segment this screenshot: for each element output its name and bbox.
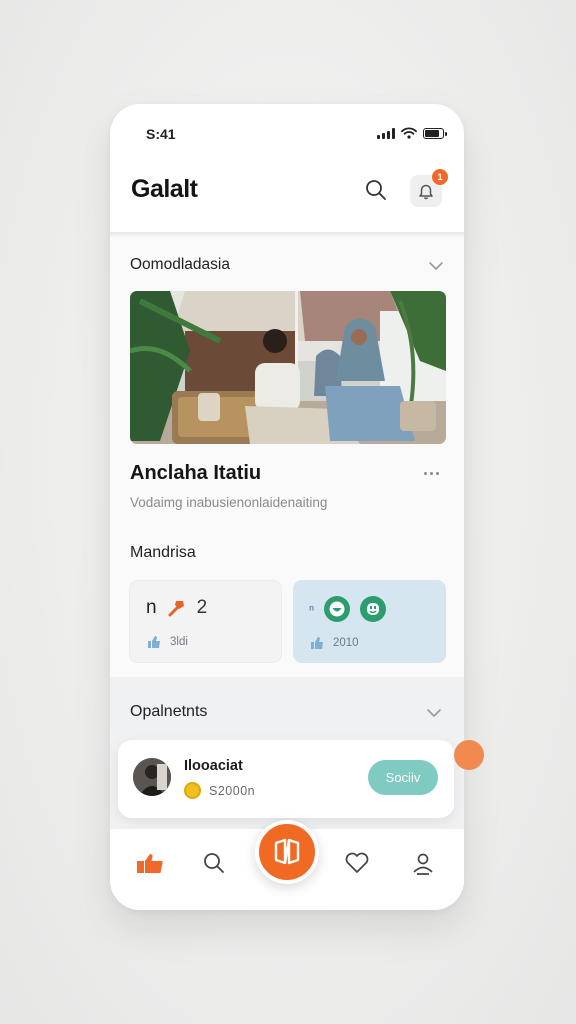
tile-number: 2 xyxy=(196,597,208,618)
create-icon xyxy=(274,838,300,865)
battery-icon xyxy=(423,127,447,139)
app-title: Galalt xyxy=(131,175,198,203)
edge-indicator xyxy=(454,740,484,770)
tile-footer-text: 2010 xyxy=(333,637,359,649)
main-content[interactable]: Oomodladasia Anclaha Itatiu Vodaimg inab… xyxy=(110,232,464,828)
featured-card-subtitle: Vodaimg inabusienonlaidenaiting xyxy=(130,495,328,510)
header-search-button[interactable] xyxy=(360,174,392,206)
notification-button[interactable]: 1 xyxy=(410,169,448,207)
category-tile[interactable]: n 2 3ldi xyxy=(129,580,282,663)
products-section-title: Opalnetnts xyxy=(130,703,208,720)
family-photo-illustration xyxy=(130,291,446,444)
nav-search[interactable] xyxy=(198,847,230,879)
featured-photo[interactable] xyxy=(130,291,446,444)
product-action-button[interactable]: Sociiv xyxy=(368,760,438,795)
signal-icon xyxy=(377,127,395,139)
phone-frame: S:41 Galalt 1 Oomodladasia Anclaha Itati… xyxy=(110,104,464,910)
featured-section-title: Oomodladasia xyxy=(130,256,230,273)
price-text: S2000n xyxy=(209,783,256,798)
tile-row: ⁿ xyxy=(309,596,387,622)
hammer-icon xyxy=(168,601,184,617)
mask-face-icon xyxy=(360,596,387,622)
avatar xyxy=(133,758,171,796)
tile-footer: 3ldi xyxy=(147,635,188,649)
status-bar: S:41 xyxy=(110,104,464,160)
search-icon xyxy=(366,180,386,200)
coin-icon xyxy=(184,782,201,799)
nav-home[interactable] xyxy=(134,847,166,879)
wifi-icon xyxy=(401,127,417,139)
heart-icon xyxy=(345,852,369,873)
app-header: Galalt 1 xyxy=(110,160,464,232)
header-divider xyxy=(110,232,464,238)
thumbs-up-icon xyxy=(148,636,160,648)
bell-icon xyxy=(419,184,433,200)
tile-letter: n xyxy=(146,597,157,618)
tile-row: n 2 xyxy=(146,597,207,619)
product-card[interactable]: Ilooaciat S2000n Sociiv xyxy=(118,740,454,818)
bottom-nav xyxy=(110,820,464,910)
product-name: Ilooaciat xyxy=(184,758,243,774)
nav-profile[interactable] xyxy=(407,847,439,879)
notification-badge: 1 xyxy=(432,169,448,185)
chevron-down-icon[interactable] xyxy=(426,705,442,721)
more-options-button[interactable] xyxy=(424,472,439,475)
tile-footer-text: 3ldi xyxy=(170,636,188,648)
status-icons xyxy=(377,127,447,139)
home-icon xyxy=(137,854,163,873)
product-price: S2000n xyxy=(184,782,255,799)
nav-favorites[interactable] xyxy=(341,847,373,879)
featured-section-header[interactable]: Oomodladasia xyxy=(130,256,444,280)
tile-letter: ⁿ xyxy=(309,601,315,617)
status-time: S:41 xyxy=(146,126,176,142)
profile-icon xyxy=(413,853,433,875)
featured-card-title: Anclaha Itatiu xyxy=(130,462,262,484)
thumbs-up-icon xyxy=(311,637,323,649)
category-tile[interactable]: ⁿ 2010 xyxy=(293,580,446,663)
smile-face-icon xyxy=(324,596,351,622)
tile-footer: 2010 xyxy=(310,636,359,650)
search-icon xyxy=(204,853,224,873)
create-button[interactable] xyxy=(255,820,319,884)
chevron-down-icon[interactable] xyxy=(428,258,444,274)
categories-section-title: Mandrisa xyxy=(130,544,196,561)
